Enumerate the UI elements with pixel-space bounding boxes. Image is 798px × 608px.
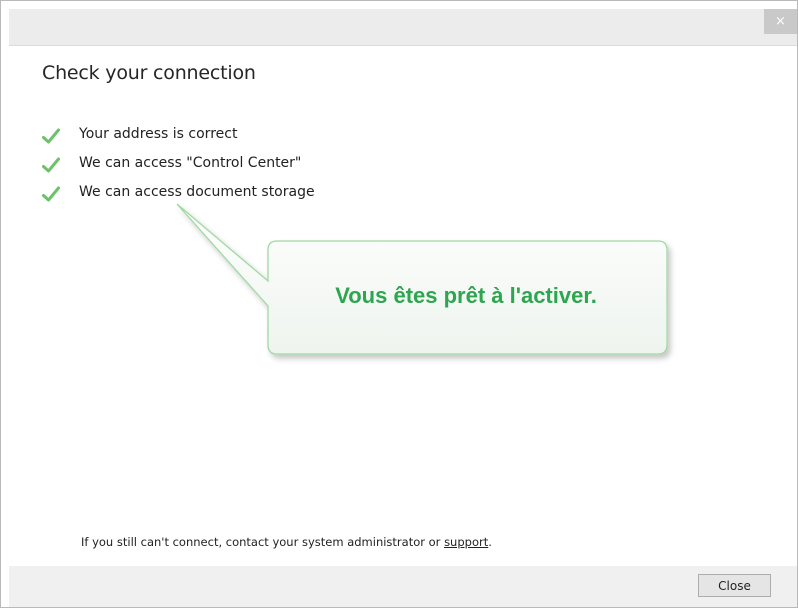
close-icon: × <box>775 14 786 29</box>
button-bar: Close <box>9 566 797 607</box>
callout-text: Vous êtes prêt à l'activer. <box>335 283 597 308</box>
title-bar: × <box>9 9 797 46</box>
help-note: If you still can't connect, contact your… <box>81 535 492 549</box>
dialog-content: Check your connection Your address is co… <box>9 46 797 566</box>
check-label: We can access "Control Center" <box>79 154 302 171</box>
connection-dialog: × Check your connection Your address is … <box>0 0 798 608</box>
checkmark-icon <box>42 186 60 201</box>
help-note-text: If you still can't connect, contact your… <box>81 535 445 549</box>
check-list: Your address is correct We can access "C… <box>42 119 315 206</box>
support-link[interactable]: support <box>444 535 488 549</box>
checkmark-icon <box>42 157 60 172</box>
check-label: We can access document storage <box>79 183 315 200</box>
check-item-control-center: We can access "Control Center" <box>42 148 315 177</box>
checkmark-icon <box>42 128 60 143</box>
window-close-button[interactable]: × <box>764 9 797 34</box>
close-button[interactable]: Close <box>698 574 771 597</box>
check-item-document-storage: We can access document storage <box>42 177 315 206</box>
check-label: Your address is correct <box>79 125 238 142</box>
page-title: Check your connection <box>42 62 256 84</box>
help-note-suffix: . <box>488 535 492 549</box>
check-item-address: Your address is correct <box>42 119 315 148</box>
